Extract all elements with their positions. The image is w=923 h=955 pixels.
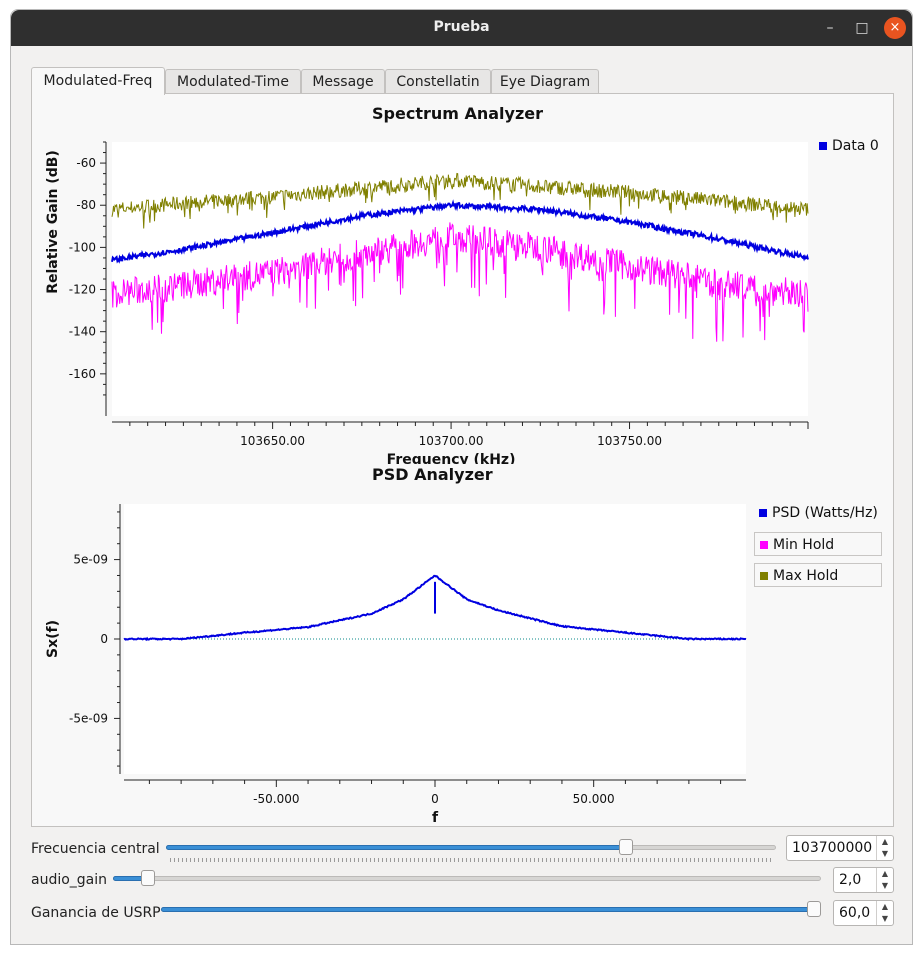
psd-legend-item-min-hold[interactable]: Min Hold xyxy=(754,532,882,556)
psd-chart: 5e-09 0 -5e-09 -50.000 0 50.000 f Sx(f) xyxy=(45,504,747,826)
audio-gain-spinbox[interactable]: 2,0 ▲ ▼ xyxy=(833,867,894,893)
slider-fill xyxy=(166,845,626,850)
title-bar: Prueba – □ × xyxy=(11,10,912,46)
spinbox-arrows: ▲ ▼ xyxy=(876,868,893,892)
tab-panel: Spectrum Analyzer -60 -80 -100 -120 -140 -160… xyxy=(31,93,894,827)
tab-constellatin[interactable]: Constellatin xyxy=(385,69,491,94)
slider-handle[interactable] xyxy=(141,870,155,886)
audio-gain-label: audio_gain xyxy=(31,872,108,888)
psd-legend-label: Min Hold xyxy=(773,537,835,553)
audio-gain-slider[interactable] xyxy=(113,870,821,890)
ganancia-usrp-label: Ganancia de USRP xyxy=(31,905,161,921)
tab-message[interactable]: Message xyxy=(301,69,385,94)
ganancia-usrp-slider[interactable] xyxy=(161,901,821,921)
maximize-button[interactable]: □ xyxy=(852,18,872,38)
tab-modulated-freq[interactable]: Modulated-Freq xyxy=(31,67,165,95)
slider-ticks xyxy=(170,858,772,862)
spin-down-icon[interactable]: ▼ xyxy=(877,913,893,925)
spin-down-icon[interactable]: ▼ xyxy=(877,848,893,860)
psd-legend-item-max-hold[interactable]: Max Hold xyxy=(754,563,882,587)
slider-groove xyxy=(113,876,821,881)
psd-x-tick-label: 50.000 xyxy=(573,792,615,806)
psd-x-axis-label: f xyxy=(432,810,439,826)
tab-modulated-time[interactable]: Modulated-Time xyxy=(165,69,301,94)
tab-eye-diagram[interactable]: Eye Diagram xyxy=(491,69,599,94)
app-window: Prueba – □ × Modulated-Freq Modulated-Ti… xyxy=(10,9,913,945)
psd-y-tick-label: 5e-09 xyxy=(73,553,108,567)
spin-up-icon[interactable]: ▲ xyxy=(877,901,893,913)
psd-x-tick-label: 0 xyxy=(431,792,439,806)
slider-fill xyxy=(161,907,814,912)
legend-swatch xyxy=(760,572,768,580)
close-button[interactable]: × xyxy=(884,17,906,39)
frecuencia-central-slider[interactable] xyxy=(166,839,776,862)
legend-swatch xyxy=(760,541,768,549)
psd-y-axis-label: Sx(f) xyxy=(45,620,61,658)
minimize-button[interactable]: – xyxy=(820,18,840,38)
ganancia-usrp-spinbox[interactable]: 60,0 ▲ ▼ xyxy=(833,900,894,926)
slider-handle[interactable] xyxy=(619,839,633,855)
spinbox-value: 103700000 xyxy=(792,840,873,856)
spinbox-value: 2,0 xyxy=(839,872,862,888)
spin-up-icon[interactable]: ▲ xyxy=(877,868,893,880)
spinbox-value: 60,0 xyxy=(839,905,871,921)
psd-x-tick-label: -50.000 xyxy=(253,792,299,806)
psd-legend-label: Max Hold xyxy=(773,568,839,584)
legend-swatch xyxy=(759,509,767,517)
frecuencia-central-label: Frecuencia central xyxy=(31,841,160,857)
psd-legend-label: PSD (Watts/Hz) xyxy=(772,505,878,521)
spinbox-arrows: ▲ ▼ xyxy=(876,901,893,925)
psd-y-tick-label: 0 xyxy=(100,632,108,646)
spin-down-icon[interactable]: ▼ xyxy=(877,880,893,892)
spin-up-icon[interactable]: ▲ xyxy=(877,836,893,848)
psd-legend-item-psd[interactable]: PSD (Watts/Hz) xyxy=(754,501,884,525)
window-title: Prueba xyxy=(433,19,490,35)
slider-handle[interactable] xyxy=(807,901,821,917)
psd-y-tick-label: -5e-09 xyxy=(69,711,108,725)
spinbox-arrows: ▲ ▼ xyxy=(876,836,893,860)
frecuencia-central-spinbox[interactable]: 103700000 ▲ ▼ xyxy=(786,835,894,861)
